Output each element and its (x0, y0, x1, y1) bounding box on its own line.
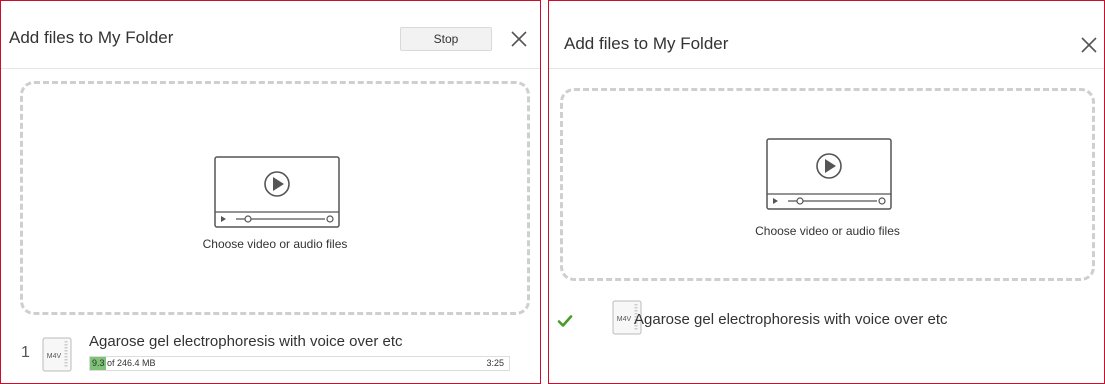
stop-button[interactable]: Stop (400, 27, 492, 51)
upload-time-remaining: 3:25 (486, 358, 504, 368)
upload-progress-bar: 9.3 of 246.4 MB 3:25 (89, 356, 510, 371)
file-type-label: M4V (617, 316, 632, 323)
close-icon[interactable] (509, 29, 529, 49)
file-dropzone[interactable]: Choose video or audio files (20, 81, 530, 315)
dialog-title: Add files to My Folder (9, 28, 174, 47)
m4v-file-icon: M4V (42, 337, 72, 372)
file-row-index: 1 (21, 344, 30, 361)
video-player-icon (766, 138, 892, 215)
dropzone-label: Choose video or audio files (202, 237, 348, 251)
video-player-icon (214, 156, 340, 233)
dialog-header: Add files to My Folder Stop (1, 1, 540, 69)
dialog-title: Add files to My Folder (564, 34, 729, 53)
close-icon[interactable] (1079, 35, 1099, 55)
dropzone-label: Choose video or audio files (755, 224, 900, 238)
dialog-header: Add files to My Folder (549, 1, 1104, 69)
upload-progress-text: 9.3 of 246.4 MB (92, 358, 156, 368)
upload-dialog-complete: Add files to My Folder Choose video or a… (548, 0, 1105, 384)
file-name: Agarose gel electrophoresis with voice o… (89, 333, 403, 350)
file-dropzone[interactable]: Choose video or audio files (560, 88, 1095, 281)
file-type-label: M4V (47, 353, 62, 360)
upload-dialog-in-progress: Add files to My Folder Stop Choose video… (0, 0, 541, 384)
file-name: Agarose gel electrophoresis with voice o… (634, 311, 948, 328)
checkmark-icon (557, 313, 573, 329)
